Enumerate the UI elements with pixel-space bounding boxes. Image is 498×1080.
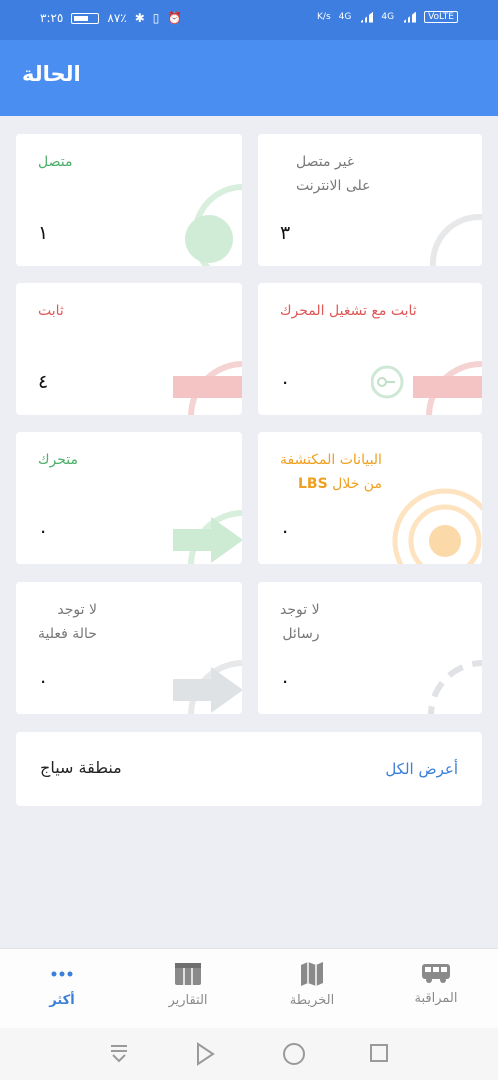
- status-card-count: ٣: [280, 222, 291, 244]
- volte-badge: VoLTE: [424, 11, 458, 23]
- status-card-label: البيانات المكتشفة من خلال LBS: [280, 452, 382, 492]
- nav-label: أكثر: [49, 993, 75, 1008]
- status-card-label: لا توجد رسائل: [280, 602, 320, 642]
- view-all-link[interactable]: أعرض الكل: [385, 760, 458, 778]
- app-header: الحالة: [0, 40, 498, 116]
- table-icon: [175, 963, 201, 985]
- connected-icon: [185, 184, 242, 266]
- signal-icon-2: [402, 11, 417, 23]
- battery-icon: [71, 12, 100, 24]
- nav-item-reports[interactable]: التقارير: [138, 961, 238, 1008]
- status-card-label: متحرك: [38, 452, 79, 468]
- no-status-icon: [173, 660, 242, 714]
- signal-icon: [359, 11, 374, 23]
- status-card-label: ثابت: [38, 303, 64, 319]
- nav-item-map[interactable]: الخريطة: [262, 961, 362, 1008]
- status-card-no-status[interactable]: لا توجد حالة فعلية ٠: [16, 582, 242, 714]
- alarm-icon: ⏰: [167, 11, 183, 25]
- status-card-offline[interactable]: غير متصل على الانترنت ٣: [258, 134, 482, 266]
- home-icon[interactable]: [282, 1042, 306, 1066]
- status-left: ٣:٢٥ ٨٧٪ ✱ ▯ ⏰: [40, 11, 182, 25]
- status-card-label: متصل: [38, 154, 73, 170]
- signal-label-1: 4G: [338, 11, 352, 22]
- status-card-label: غير متصل على الانترنت: [296, 154, 371, 194]
- status-card-count: ٠: [38, 670, 49, 692]
- lbs-prefix: من خلال: [332, 476, 382, 492]
- stopped-icon: [173, 361, 242, 415]
- status-card-no-messages[interactable]: لا توجد رسائل ٠: [258, 582, 482, 714]
- status-card-count: ٠: [280, 371, 291, 393]
- geofence-title: منطقة سياج: [40, 758, 122, 777]
- page-title: الحالة: [22, 62, 81, 86]
- system-navigation-bar: [0, 1028, 498, 1080]
- map-icon: [301, 962, 323, 986]
- status-card-stopped[interactable]: ثابت ٤: [16, 283, 242, 415]
- status-card-connected[interactable]: متصل ١: [16, 134, 242, 266]
- nav-label: الخريطة: [289, 993, 335, 1008]
- status-card-count: ٠: [280, 670, 291, 692]
- nav-label: التقارير: [168, 993, 208, 1008]
- geofence-panel: منطقة سياج أعرض الكل: [16, 732, 482, 806]
- bus-icon: [422, 964, 450, 983]
- offline-icon: [430, 214, 482, 266]
- idle-engine-icon: [371, 361, 482, 415]
- status-card-count: ٠: [280, 520, 291, 542]
- back-icon[interactable]: [194, 1042, 216, 1066]
- status-bar: ٣:٢٥ ٨٧٪ ✱ ▯ ⏰ K/s 4G 4G VoLTE: [0, 0, 498, 40]
- status-card-count: ١: [38, 222, 49, 244]
- status-card-count: ٠: [38, 520, 49, 542]
- recents-icon[interactable]: [368, 1042, 390, 1064]
- status-card-idle-engine[interactable]: ثابت مع تشغيل المحرك ٠: [258, 283, 482, 415]
- nav-label: المراقبة: [414, 991, 458, 1006]
- no-messages-icon: [428, 660, 482, 714]
- battery-level: ٨٧٪: [107, 11, 127, 25]
- nav-item-monitoring[interactable]: المراقبة: [386, 961, 486, 1006]
- vibrate-icon: ▯: [152, 11, 160, 25]
- bluetooth-icon: ✱: [134, 11, 145, 25]
- network-speed: K/s: [317, 11, 331, 22]
- moving-icon: [173, 510, 242, 564]
- dismiss-notifications-icon[interactable]: [108, 1042, 130, 1064]
- status-card-lbs[interactable]: البيانات المكتشفة من خلال LBS ٠: [258, 432, 482, 564]
- signal-label-2: 4G: [381, 11, 395, 22]
- nav-item-more[interactable]: أكثر: [12, 961, 112, 1008]
- status-card-label: لا توجد حالة فعلية: [38, 602, 97, 642]
- lbs-icon: [392, 488, 482, 564]
- status-card-count: ٤: [38, 371, 49, 393]
- lbs-tag: LBS: [298, 476, 328, 492]
- status-card-label: ثابت مع تشغيل المحرك: [280, 303, 417, 319]
- status-time: ٣:٢٥: [40, 11, 64, 25]
- more-dots-icon: [51, 971, 73, 977]
- status-card-moving[interactable]: متحرك ٠: [16, 432, 242, 564]
- status-right: K/s 4G 4G VoLTE: [317, 11, 458, 23]
- bottom-navigation: المراقبة الخريطة التقارير أكثر: [0, 948, 498, 1028]
